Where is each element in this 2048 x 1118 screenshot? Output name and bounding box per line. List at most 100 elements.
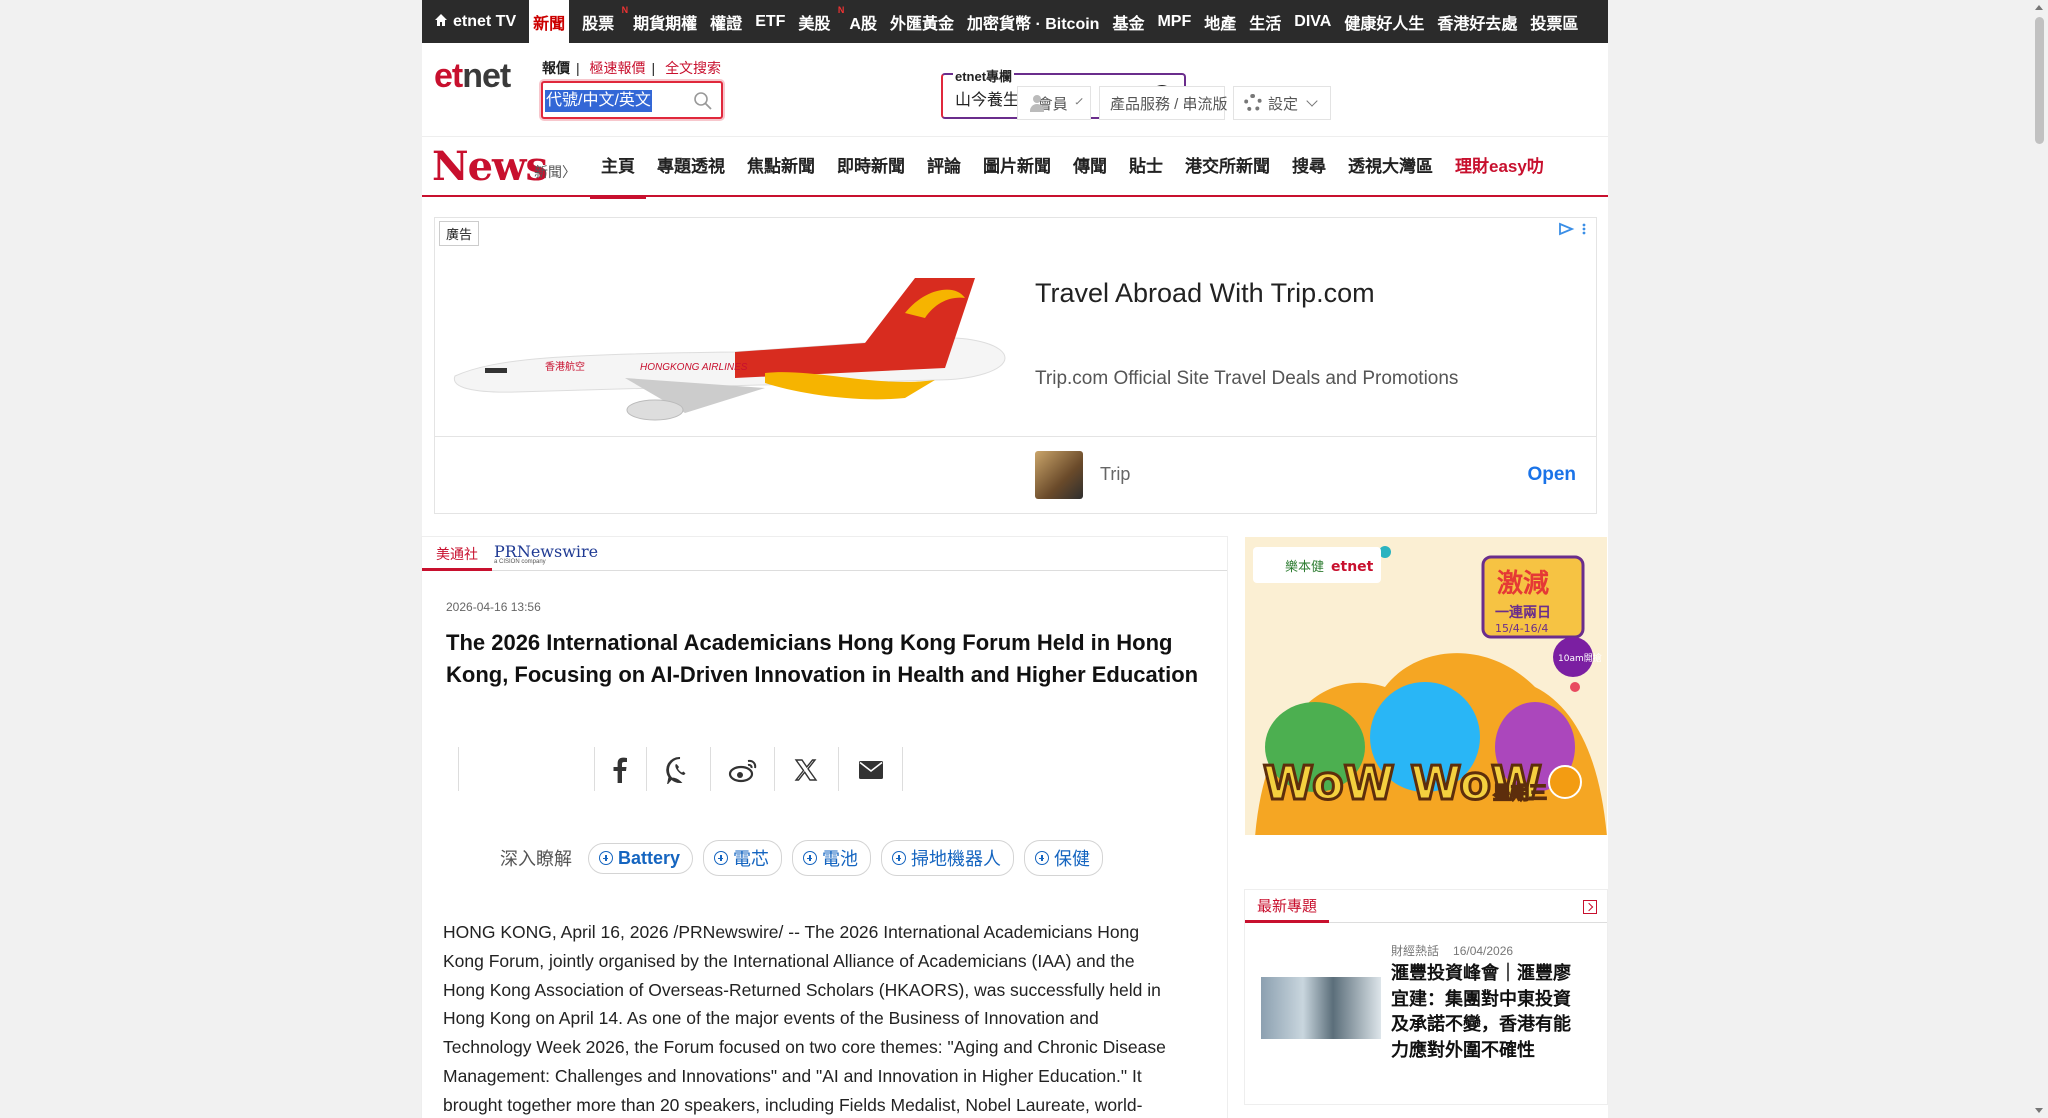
x-twitter-icon[interactable] [791, 755, 821, 785]
top-nav-label: 美股 [798, 15, 831, 33]
topic-headline[interactable]: 滙豐投資峰會｜滙豐廖宜建：集團對中東投資及承諾不變，香港有能力應對外圍不確性 [1391, 961, 1576, 1063]
promo-big-cn: 星期三 [1493, 783, 1547, 804]
search-input[interactable]: 代號/中文/英文 [541, 81, 723, 119]
settings-button[interactable]: 設定 [1233, 86, 1331, 120]
article-body: HONG KONG, April 16, 2026 /PRNewswire/ -… [443, 918, 1213, 1118]
divider [646, 747, 647, 791]
page-scrollbar[interactable] [2031, 0, 2048, 1118]
top-nav-us-stocks[interactable]: 美股 N [798, 5, 844, 34]
news-nav-rumors[interactable]: 傳聞 [1062, 137, 1118, 197]
top-nav-label: 股票 [582, 15, 615, 33]
page: etnet TV 新聞 股票 N 期貨期權 權證 ETF 美股 N A股 外匯黃金 … [422, 0, 1608, 1118]
partner-logo-text: 樂本健 [1285, 559, 1324, 575]
top-nav-stocks[interactable]: 股票 N [582, 5, 628, 34]
tag-label: 電池 [822, 849, 859, 869]
plus-circle-icon [803, 851, 818, 865]
news-nav-topics[interactable]: 專題透視 [646, 137, 736, 197]
services-button[interactable]: 產品服務 / 串流版 [1099, 86, 1242, 120]
airline-name-text: HONGKONG AIRLINES [640, 362, 748, 373]
latest-topic-panel: 最新專題 財經熱話 16/04/2026 滙豐投資峰會｜滙豐廖宜建：集團對中東投資… [1245, 890, 1607, 1104]
top-nav-crypto[interactable]: 加密貨幣 · Bitcoin [967, 10, 1099, 34]
divider [458, 747, 459, 791]
scroll-down-arrow-icon[interactable] [2035, 1108, 2043, 1113]
top-nav-futures[interactable]: 期貨期權 [633, 10, 697, 34]
tag-health-care[interactable]: 保健 [1024, 840, 1104, 876]
divider [774, 747, 775, 791]
ad-choices-icon[interactable] [1558, 222, 1588, 239]
chevron-down-icon [1075, 97, 1083, 105]
divider [838, 747, 839, 791]
tag-battery[interactable]: Battery [588, 842, 694, 874]
top-nav-diva[interactable]: DIVA [1294, 13, 1331, 31]
search-tab-realtime[interactable]: 極速報價 [590, 60, 646, 76]
top-nav-property[interactable]: 地產 [1204, 10, 1236, 34]
sidebar-ad[interactable]: 激減 一連兩日 15/4-16/4 10am開搶 WoW WoW 星期三 樂本健… [1245, 537, 1607, 835]
services-label: 產品服務 / 串流版 [1110, 95, 1228, 113]
member-button[interactable]: 會員 [1017, 86, 1091, 120]
airplane-image: 香港航空 HONGKONG AIRLINES [453, 278, 1006, 421]
top-nav-etf[interactable]: ETF [755, 13, 785, 31]
promo-badge: 10am開搶 [1558, 652, 1602, 664]
share-bar [458, 747, 918, 791]
top-nav-lifestyle[interactable]: 生活 [1249, 10, 1281, 34]
ad-banner[interactable]: 廣告 香港航空 HONGKONG AIRLINES Travel Abroad … [434, 217, 1597, 514]
user-icon [1028, 94, 1043, 112]
external-link-icon[interactable] [1583, 900, 1597, 914]
scrollbar-thumb[interactable] [2035, 17, 2044, 144]
article-body-line: Hong Kong on April 14. As one of the maj… [443, 1008, 1099, 1029]
news-nav-finance-easy[interactable]: 理財easy叻 [1444, 137, 1555, 197]
news-nav-commentary[interactable]: 評論 [916, 137, 972, 197]
scroll-up-arrow-icon[interactable] [2035, 5, 2043, 10]
top-nav-forex-gold[interactable]: 外匯黃金 [890, 10, 954, 34]
search-icon[interactable] [693, 91, 713, 111]
topic-thumbnail[interactable] [1261, 977, 1381, 1039]
news-nav-gba[interactable]: 透視大灣區 [1337, 137, 1444, 197]
search-tab-fulltext[interactable]: 全文搜索 [665, 60, 721, 76]
topic-date: 16/04/2026 [1453, 944, 1514, 958]
source-tab-prnewswire[interactable]: PRNewswire a CISION company [494, 542, 598, 565]
divider: | [576, 60, 580, 76]
email-icon[interactable] [856, 755, 886, 785]
ad-title[interactable]: Travel Abroad With Trip.com [1035, 278, 1375, 309]
top-nav-a-shares[interactable]: A股 [849, 10, 877, 34]
top-nav-voting[interactable]: 投票區 [1530, 10, 1578, 34]
etnet-logo[interactable]: etnet [434, 57, 511, 96]
search-tab-quote[interactable]: 報價 [542, 60, 570, 76]
tag-battery-cn[interactable]: 電池 [792, 840, 872, 876]
source-tab-prnasia[interactable]: 美通社 [422, 537, 492, 571]
logo-et: et [434, 57, 463, 95]
column-select-label: etnet專欄 [953, 66, 1015, 85]
ad-description: Trip.com Official Site Travel Deals and … [1035, 368, 1459, 389]
news-nav-focus[interactable]: 焦點新聞 [736, 137, 826, 197]
ad-open-button[interactable]: Open [1527, 464, 1576, 486]
top-nav-hk-places[interactable]: 香港好去處 [1437, 10, 1517, 34]
weibo-icon[interactable] [728, 755, 758, 785]
divider [902, 747, 903, 791]
plus-circle-icon [714, 851, 729, 865]
tag-battery-cell[interactable]: 電芯 [703, 840, 783, 876]
top-nav-etnet-tv[interactable]: etnet TV [434, 13, 516, 31]
news-nav-search[interactable]: 搜尋 [1281, 137, 1337, 197]
news-nav-hkex[interactable]: 港交所新聞 [1174, 137, 1281, 197]
news-nav-home[interactable]: 主頁 [590, 137, 646, 199]
article-body-line: brought together more than 20 speakers, … [443, 1094, 1143, 1115]
top-nav-warrants[interactable]: 權證 [710, 10, 742, 34]
divider [710, 747, 711, 791]
search-input-value: 代號/中文/英文 [545, 90, 652, 112]
whatsapp-icon[interactable] [665, 755, 695, 785]
news-nav-photo[interactable]: 圖片新聞 [972, 137, 1062, 197]
etnet-logo-small: etnet [1331, 559, 1374, 575]
tag-robot-vacuum[interactable]: 掃地機器人 [881, 840, 1015, 876]
news-nav-tips[interactable]: 貼士 [1118, 137, 1174, 197]
news-nav-instant[interactable]: 即時新聞 [826, 137, 916, 197]
plus-circle-icon [599, 851, 613, 865]
facebook-icon[interactable] [605, 755, 635, 785]
top-nav-health[interactable]: 健康好人生 [1344, 10, 1424, 34]
home-icon [434, 13, 448, 27]
news-logo[interactable]: News [432, 143, 548, 190]
top-nav-mpf[interactable]: MPF [1157, 13, 1191, 31]
top-nav-news[interactable]: 新聞 [529, 0, 570, 44]
chevron-down-icon [1306, 95, 1318, 107]
news-nav: News 新聞〉 主頁 專題透視 焦點新聞 即時新聞 評論 圖片新聞 傳聞 貼士… [422, 137, 1608, 199]
top-nav-funds[interactable]: 基金 [1112, 10, 1144, 34]
